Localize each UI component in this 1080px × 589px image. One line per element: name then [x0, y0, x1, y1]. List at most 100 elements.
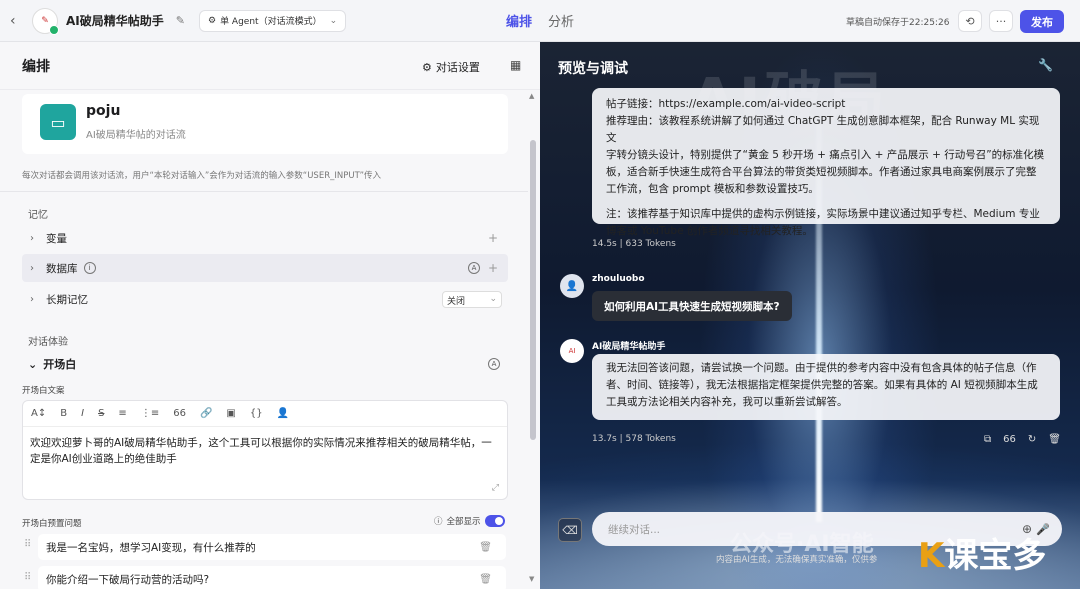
tab-analysis[interactable]: 分析: [548, 11, 574, 30]
mode-selector[interactable]: ⚙ 单 Agent（对话流模式） ⌄: [198, 9, 347, 32]
delete-icon[interactable]: 🗑: [479, 574, 492, 585]
strike-icon[interactable]: S: [98, 408, 104, 419]
long-memory-value: 关闭: [447, 296, 466, 307]
scrollbar-thumb[interactable]: [530, 140, 536, 440]
memory-item-label: 长期记忆: [46, 293, 88, 306]
user-name: zhouluobo: [592, 274, 645, 284]
autosave-status: 草稿自动保存于22:25:26: [846, 18, 950, 28]
link-icon[interactable]: 🔗: [200, 408, 212, 419]
drag-handle-icon[interactable]: ⠿: [24, 539, 31, 550]
memory-item-label: 数据库: [46, 262, 78, 275]
message-line: 我无法回答该问题，请尝试换一个问题。由于提供的参考内容中没有包含具体的帖子信息（…: [606, 362, 1037, 374]
preset-question-text[interactable]: 我是一名宝妈，想学习AI变现，有什么推荐的: [46, 540, 256, 555]
variable-icon[interactable]: {}: [250, 408, 263, 419]
delete-icon[interactable]: 🗑: [1048, 434, 1061, 445]
quote-icon[interactable]: 66: [173, 408, 186, 419]
workflow-icon: ▭: [40, 104, 76, 140]
show-all-toggle[interactable]: [484, 515, 505, 527]
auto-icon[interactable]: A: [468, 262, 480, 274]
more-button[interactable]: ···: [989, 10, 1013, 32]
editor-toolbar: A↕ B I S ≡ ⋮≡ 66 🔗 ▣ {} 👤: [23, 401, 507, 427]
add-icon[interactable]: +: [488, 231, 498, 245]
memory-item-database[interactable]: › 数据库 i A +: [22, 254, 508, 282]
chevron-down-icon: ⌄: [28, 357, 38, 371]
user-icon[interactable]: 👤: [277, 408, 289, 419]
scroll-down-icon[interactable]: ▼: [529, 575, 534, 583]
show-all-label: 全部显示: [446, 517, 481, 527]
response-time: 13.7s: [592, 434, 617, 444]
chat-settings-label: 对话设置: [435, 61, 480, 74]
preview-panel: AI破局 预览与调试 🔧 帖子链接：https://example.com/ai…: [540, 42, 1080, 589]
preset-question-text[interactable]: 你能介绍一下破局行动营的活动吗?: [46, 572, 209, 587]
more-icon: ···: [995, 14, 1007, 28]
drag-handle-icon[interactable]: ⠿: [24, 572, 31, 583]
message-line: 注：该推荐基于知识库中提供的虚构示例链接，实际场景中建议通过知乎专栏、Mediu…: [606, 208, 1040, 220]
opener-header[interactable]: ⌄ 开场白: [22, 356, 76, 372]
opener-text[interactable]: 欢迎欢迎萝卜哥的AI破局精华帖助手，这个工具可以根据你的实际情况来推荐相关的破局…: [23, 427, 507, 475]
memory-item-label: 变量: [46, 232, 67, 245]
message-meta: 14.5s | 633 Tokens: [592, 239, 676, 249]
scroll-up-icon[interactable]: ▲: [529, 92, 534, 100]
clear-context-button[interactable]: ⌫: [558, 518, 582, 542]
edit-icon[interactable]: ✎: [176, 14, 185, 27]
message-line: 板，适合新手快速生成符合平台算法的带货类短视频脚本。作者通过家具电商案例展示了完…: [606, 166, 1037, 178]
long-memory-select[interactable]: 关闭 ⌄: [442, 290, 502, 308]
copy-icon[interactable]: ⧉: [984, 434, 991, 445]
app-avatar[interactable]: ✎: [32, 7, 59, 35]
expand-icon[interactable]: ⤢: [492, 483, 499, 493]
publish-button[interactable]: 发布: [1020, 10, 1064, 33]
workflow-card[interactable]: ▭ poju AI破局精华帖的对话流: [22, 94, 508, 154]
app-name: AI破局精华帖助手: [66, 14, 164, 28]
chevron-down-icon: ⌄: [329, 15, 338, 26]
tab-arrange[interactable]: 编排: [506, 11, 532, 30]
brand-name: 课宝多: [944, 536, 1047, 576]
italic-icon[interactable]: I: [81, 408, 84, 419]
chevron-down-icon: ⌄: [489, 293, 497, 304]
message-line: 博客或 YouTube 创作者频道寻找相关教程。: [606, 225, 813, 237]
message-meta: 13.7s | 578 Tokens: [592, 434, 676, 444]
message-line: 者、时间、链接等），我无法根据指定框架提供完整的答案。如果有具体的 AI 短视频…: [606, 379, 1038, 391]
layout-grid-icon[interactable]: ▦: [510, 58, 521, 72]
debug-icon[interactable]: 🔧: [1038, 58, 1053, 72]
preset-question-item[interactable]: 你能介绍一下破局行动营的活动吗? 🗑: [38, 566, 506, 589]
message-line: 字转分镜头设计，特别提供了“黄金 5 秒开场 + 痛点引入 + 产品展示 + 行…: [606, 149, 1045, 161]
chevron-right-icon: ›: [30, 262, 34, 274]
auto-icon[interactable]: A: [488, 358, 500, 370]
add-icon[interactable]: +: [488, 261, 498, 275]
preset-question-item[interactable]: 我是一名宝妈，想学习AI变现，有什么推荐的 🗑: [38, 534, 506, 560]
show-all-control: ⓘ 全部显示: [434, 515, 505, 527]
arrange-title: 编排: [22, 58, 50, 75]
memory-item-long-term[interactable]: › 长期记忆 关闭 ⌄: [22, 285, 508, 313]
chat-input-placeholder: 继续对话...: [608, 523, 661, 536]
message-line: 工作流，包含 prompt 模板和参数设置技巧。: [606, 183, 819, 195]
opener-editor[interactable]: A↕ B I S ≡ ⋮≡ 66 🔗 ▣ {} 👤 欢迎欢迎萝卜哥的AI破局精华…: [22, 400, 508, 500]
broom-icon: ⌫: [562, 523, 578, 537]
brand-logo-icon: K: [918, 536, 945, 576]
bullet-list-icon[interactable]: ≡: [118, 408, 126, 419]
bold-icon[interactable]: B: [60, 408, 67, 419]
info-icon[interactable]: i: [83, 262, 96, 274]
info-icon: ⓘ: [434, 517, 443, 527]
quote-icon[interactable]: 66: [1003, 434, 1016, 445]
bot-avatar: AI: [560, 339, 584, 363]
message-line: [606, 198, 1046, 206]
memory-item-variables[interactable]: › 变量 +: [22, 224, 508, 252]
history-button[interactable]: ⟲: [958, 10, 982, 32]
message-line: 帖子链接：https://example.com/ai-video-script: [606, 98, 846, 110]
delete-icon[interactable]: 🗑: [479, 542, 492, 553]
message-actions: ⧉ 66 ↻ 🗑: [984, 434, 1061, 445]
chat-settings-button[interactable]: ⚙ 对话设置: [422, 59, 480, 75]
experience-section-title: 对话体验: [28, 337, 68, 348]
ai-disclaimer: 内容由AI生成，无法确保真实准确，仅供参: [716, 555, 878, 565]
font-size-icon[interactable]: A↕: [31, 408, 46, 419]
number-list-icon[interactable]: ⋮≡: [141, 408, 159, 419]
divider: [0, 191, 528, 192]
opener-title: 开场白: [43, 358, 77, 371]
user-avatar: 👤: [560, 274, 584, 298]
image-icon[interactable]: ▣: [226, 408, 235, 419]
workflow-name: poju: [86, 103, 121, 119]
regenerate-icon[interactable]: ↻: [1028, 434, 1036, 445]
status-ok-icon: [49, 24, 59, 35]
back-icon[interactable]: ‹: [10, 13, 26, 29]
message-line: 推荐理由：该教程系统讲解了如何通过 ChatGPT 生成创意脚本框架，配合 Ru…: [606, 115, 1040, 144]
